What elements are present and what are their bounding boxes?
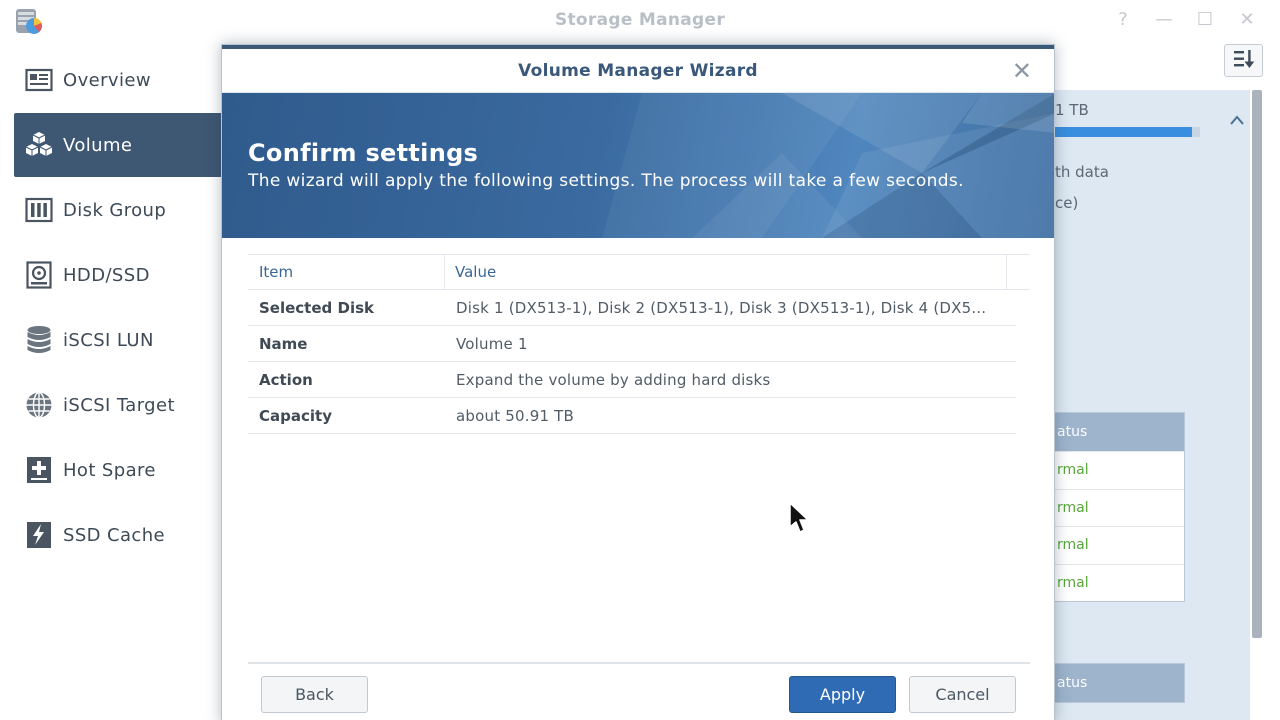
- volume-manager-wizard-dialog: Volume Manager Wizard ✕ Confirm settings…: [221, 44, 1055, 720]
- overview-icon: [24, 65, 54, 95]
- status-column-header: atus: [1041, 664, 1184, 702]
- maximize-icon[interactable]: ☐: [1193, 8, 1217, 32]
- table-row: Action Expand the volume by adding hard …: [248, 362, 1016, 398]
- status-cell: rmal: [1041, 488, 1184, 527]
- plus-box-icon: [24, 455, 54, 485]
- scrollbar[interactable]: [1252, 90, 1262, 638]
- sidebar-item-label: Hot Spare: [63, 459, 156, 481]
- cubes-icon: [24, 130, 54, 160]
- window-titlebar: Storage Manager ? — ☐ ✕: [0, 0, 1280, 42]
- sidebar-item-label: iSCSI LUN: [63, 329, 154, 351]
- apply-button[interactable]: Apply: [789, 676, 896, 713]
- status-cell: rmal: [1041, 563, 1184, 602]
- row-item-label: Action: [259, 371, 313, 389]
- wizard-banner: Confirm settings The wizard will apply t…: [222, 93, 1054, 238]
- close-icon[interactable]: ✕: [1012, 57, 1032, 85]
- hdd-icon: [24, 260, 54, 290]
- status-cell: rmal: [1041, 526, 1184, 564]
- volume-detail-panel: [1040, 90, 1250, 720]
- minimize-icon[interactable]: —: [1152, 8, 1176, 32]
- disk-group-icon: [24, 195, 54, 225]
- volume-usage-fill: [1040, 127, 1192, 137]
- row-item-label: Capacity: [259, 407, 332, 425]
- sidebar-item-iscsi-lun[interactable]: iSCSI LUN: [14, 308, 222, 372]
- status-table: atus: [1040, 663, 1185, 703]
- sidebar-item-ssd-cache[interactable]: SSD Cache: [14, 503, 222, 567]
- database-icon: [24, 325, 54, 355]
- volume-capacity-text: 1 TB: [1055, 101, 1089, 119]
- footer-divider: [248, 662, 1030, 664]
- row-item-label: Name: [259, 335, 308, 353]
- cancel-button[interactable]: Cancel: [909, 676, 1016, 713]
- sidebar-item-label: SSD Cache: [63, 524, 166, 546]
- banner-subtitle: The wizard will apply the following sett…: [248, 171, 964, 191]
- sidebar-item-label: iSCSI Target: [63, 394, 175, 416]
- row-item-value: Disk 1 (DX513-1), Disk 2 (DX513-1), Disk…: [456, 299, 987, 317]
- row-item-value: Volume 1: [456, 335, 528, 353]
- sidebar-item-label: Disk Group: [63, 199, 167, 221]
- banner-title: Confirm settings: [248, 139, 479, 167]
- table-header-row: Item Value: [248, 254, 1030, 290]
- window-close-icon[interactable]: ✕: [1235, 8, 1259, 32]
- sidebar-item-hot-spare[interactable]: Hot Spare: [14, 438, 222, 502]
- sidebar-item-label: HDD/SSD: [63, 264, 150, 286]
- globe-icon: [24, 390, 54, 420]
- sidebar-item-hdd-ssd[interactable]: HDD/SSD: [14, 243, 222, 307]
- dialog-title: Volume Manager Wizard: [518, 61, 758, 81]
- app-title: Storage Manager: [554, 10, 726, 30]
- status-cell: rmal: [1041, 451, 1184, 489]
- table-row: Capacity about 50.91 TB: [248, 398, 1016, 434]
- status-table: atus rmal rmal rmal rmal: [1040, 412, 1185, 602]
- row-item-label: Selected Disk: [259, 299, 374, 317]
- row-item-value: about 50.91 TB: [456, 407, 575, 425]
- row-item-value: Expand the volume by adding hard disks: [456, 371, 771, 389]
- sidebar-item-volume[interactable]: Volume: [14, 113, 222, 177]
- volume-info-line: th data: [1055, 163, 1109, 181]
- table-row: Selected Disk Disk 1 (DX513-1), Disk 2 (…: [248, 290, 1016, 326]
- volume-info-line: ce): [1055, 194, 1079, 212]
- sort-icon: [1233, 49, 1255, 73]
- status-column-header: atus: [1041, 413, 1184, 451]
- mouse-cursor-icon: [788, 502, 810, 536]
- sidebar-item-iscsi-target[interactable]: iSCSI Target: [14, 373, 222, 437]
- column-header-item[interactable]: Item: [248, 255, 445, 290]
- sidebar-item-disk-group[interactable]: Disk Group: [14, 178, 222, 242]
- help-icon[interactable]: ?: [1111, 8, 1135, 32]
- table-row: Name Volume 1: [248, 326, 1016, 362]
- chevron-up-icon[interactable]: [1229, 114, 1245, 130]
- volume-usage-bar: [1040, 127, 1200, 137]
- settings-table: Item Value Selected Disk Disk 1 (DX513-1…: [248, 254, 1030, 434]
- sidebar-item-label: Overview: [63, 69, 151, 91]
- column-header-value[interactable]: Value: [445, 255, 1007, 290]
- sidebar-item-label: Volume: [63, 134, 133, 156]
- dialog-header: Volume Manager Wizard ✕: [222, 49, 1054, 93]
- sort-button[interactable]: [1224, 44, 1263, 77]
- back-button[interactable]: Back: [261, 676, 368, 713]
- sidebar-item-overview[interactable]: Overview: [14, 48, 222, 112]
- lightning-icon: [24, 520, 54, 550]
